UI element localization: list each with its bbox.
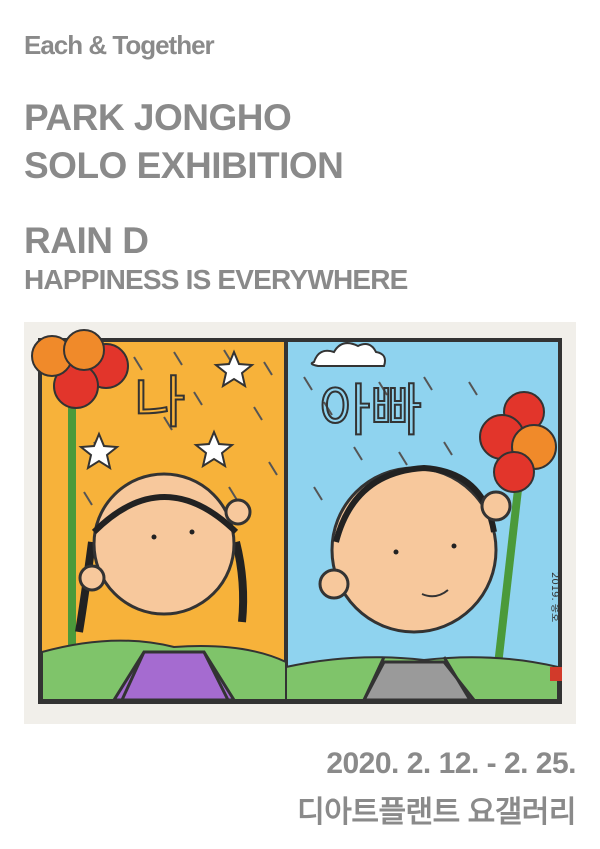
exhibition-dates: 2020. 2. 12. - 2. 25. bbox=[326, 747, 576, 780]
artist-signature: 2019. 종호 bbox=[549, 572, 561, 622]
exhibition-venue: 디아트플랜트 요갤러리 bbox=[297, 796, 576, 829]
series-title: RAIN D bbox=[24, 220, 149, 261]
series-subtitle: HAPPINESS IS EVERYWHERE bbox=[24, 264, 408, 295]
artist-seal bbox=[550, 667, 562, 681]
artwork-painting: 나 아빠 2019. 종호 bbox=[24, 322, 576, 724]
exhibition-tagline: Each & Together bbox=[24, 30, 215, 60]
art-word-right: 아빠 bbox=[319, 379, 422, 444]
art-word-left: 나 bbox=[134, 371, 186, 436]
artist-title: PARK JONGHO SOLO EXHIBITION bbox=[24, 94, 344, 190]
exhibition-type: SOLO EXHIBITION bbox=[24, 145, 344, 186]
artist-name: PARK JONGHO bbox=[24, 97, 292, 138]
